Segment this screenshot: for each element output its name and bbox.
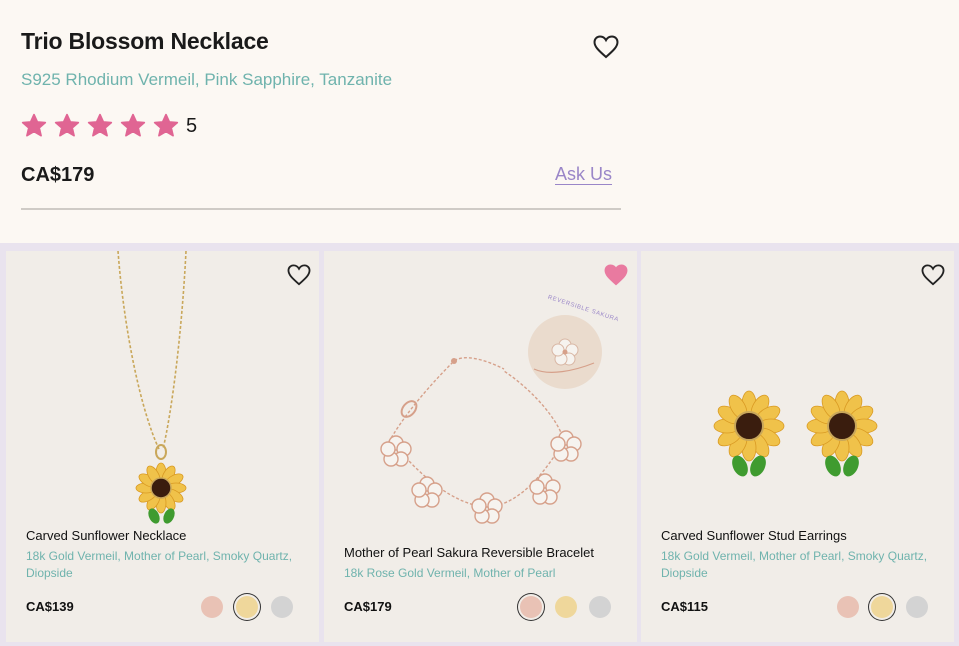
sunflower-necklace-image — [117, 251, 187, 524]
swatch-silver[interactable] — [589, 596, 611, 618]
product-name[interactable]: Carved Sunflower Stud Earrings — [661, 528, 847, 543]
swatch-rose-gold[interactable] — [837, 596, 859, 618]
swatch-rose-gold[interactable] — [201, 596, 223, 618]
product-price: CA$179 — [21, 164, 95, 186]
product-name[interactable]: Mother of Pearl Sakura Reversible Bracel… — [344, 545, 594, 560]
product-materials: S925 Rhodium Vermeil, Pink Sapphire, Tan… — [21, 70, 393, 89]
materials-line: Diopside — [661, 566, 708, 580]
materials-line: 18k Gold Vermeil, Mother of Pearl, Smoky… — [26, 549, 293, 563]
product-title: Trio Blossom Necklace — [21, 28, 269, 54]
heart-outline-icon[interactable] — [593, 35, 619, 59]
star-icon — [153, 113, 179, 137]
product-summary: Trio Blossom Necklace S925 Rhodium Verme… — [0, 0, 959, 243]
product-name[interactable]: Carved Sunflower Necklace — [26, 528, 186, 543]
star-icon — [87, 113, 113, 137]
materials-line: 18k Gold Vermeil, Mother of Pearl, Smoky… — [661, 549, 928, 563]
product-price: CA$139 — [26, 599, 74, 614]
heart-filled-icon[interactable] — [604, 264, 628, 286]
swatch-gold[interactable] — [871, 596, 893, 618]
product-price: CA$115 — [661, 599, 708, 614]
materials-line: Diopside — [26, 566, 73, 580]
product-card[interactable]: REVERSIBLE SAKURA Mother of Pearl Sakura… — [324, 251, 637, 642]
heart-outline-icon[interactable] — [921, 264, 945, 286]
swatch-gold[interactable] — [236, 596, 258, 618]
sakura-bracelet-image — [380, 315, 602, 524]
star-icon — [21, 113, 47, 137]
product-price: CA$179 — [344, 599, 392, 614]
swatch-silver[interactable] — [271, 596, 293, 618]
swatch-rose-gold[interactable] — [520, 596, 542, 618]
rating: 5 — [21, 113, 197, 139]
star-icon — [120, 113, 146, 137]
product-materials: 18k Rose Gold Vermeil, Mother of Pearl — [344, 566, 556, 580]
divider — [21, 208, 621, 210]
product-card[interactable]: Carved Sunflower Stud Earrings 18k Gold … — [641, 251, 954, 642]
swatch-gold[interactable] — [555, 596, 577, 618]
ask-us-link[interactable]: Ask Us — [555, 164, 612, 185]
swatch-silver[interactable] — [906, 596, 928, 618]
sunflower-earrings-image — [713, 390, 878, 477]
rating-value: 5 — [186, 114, 198, 137]
product-materials: 18k Gold Vermeil, Mother of Pearl, Smoky… — [661, 548, 927, 582]
product-materials: 18k Gold Vermeil, Mother of Pearl, Smoky… — [26, 548, 292, 582]
heart-outline-icon[interactable] — [287, 264, 311, 286]
star-icon — [54, 113, 80, 137]
product-card[interactable]: Carved Sunflower Necklace 18k Gold Verme… — [6, 251, 319, 642]
